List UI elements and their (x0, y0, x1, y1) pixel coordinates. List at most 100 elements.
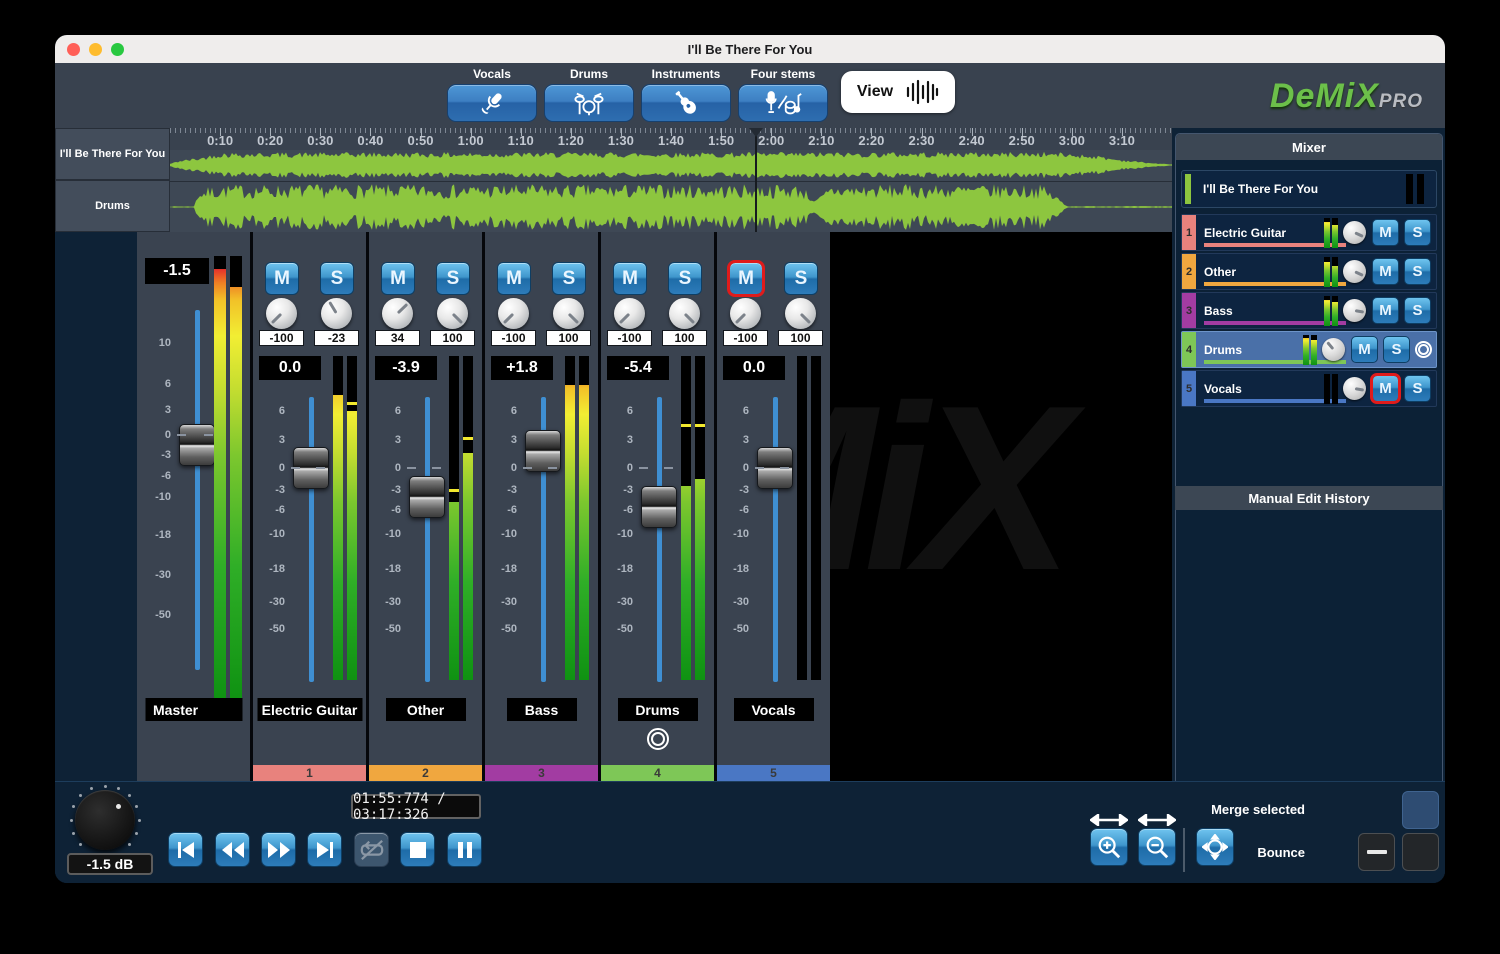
view-button[interactable]: View (841, 71, 955, 113)
pan-knob[interactable] (266, 298, 297, 329)
channel-number-strip[interactable]: 2 (369, 765, 482, 781)
row-number: 3 (1182, 293, 1196, 328)
fader-track (657, 397, 662, 682)
loop-button[interactable] (354, 832, 389, 867)
row-gain-knob[interactable] (1343, 377, 1366, 400)
timeline-track-label-drums[interactable]: Drums (55, 180, 170, 232)
sidebar-row-vocals[interactable]: 5 Vocals M S (1181, 370, 1437, 407)
pan-knob[interactable] (498, 298, 529, 329)
stop-button[interactable] (400, 832, 435, 867)
playhead[interactable] (755, 128, 757, 232)
bounce-remove-button[interactable] (1358, 833, 1395, 871)
zoom-window-button[interactable] (111, 43, 124, 56)
sidebar-row-other[interactable]: 2 Other M S (1181, 253, 1437, 290)
row-gain-knob[interactable] (1322, 338, 1345, 361)
solo-button[interactable]: S (668, 262, 702, 295)
waveform-track-song[interactable] (170, 150, 1172, 180)
zoom-out-icon (1144, 834, 1170, 860)
rewind-button[interactable] (215, 832, 250, 867)
mute-button[interactable]: M (613, 262, 647, 295)
level-value: +1.8 (491, 356, 553, 380)
instruments-separation-button[interactable] (641, 84, 731, 122)
gain-knob[interactable] (437, 298, 468, 329)
channel-number-strip[interactable]: 3 (485, 765, 598, 781)
solo-button[interactable]: S (436, 262, 470, 295)
gain-knob[interactable] (785, 298, 816, 329)
waveform-track-drums[interactable] (170, 181, 1172, 232)
mute-button[interactable]: M (265, 262, 299, 295)
row-gain-knob[interactable] (1343, 221, 1366, 244)
stem-vocals: Vocals (447, 67, 537, 122)
time-display: 01:55:774 / 03:17:326 (351, 794, 481, 819)
row-solo-button[interactable]: S (1404, 375, 1431, 402)
mute-button[interactable]: M (497, 262, 531, 295)
row-gain-knob[interactable] (1343, 299, 1366, 322)
guitar-icon (671, 88, 701, 118)
row-mute-button[interactable]: M (1372, 219, 1399, 246)
stem-instruments-label: Instruments (641, 67, 731, 81)
sidebar-row-electric-guitar[interactable]: 1 Electric Guitar M S (1181, 214, 1437, 251)
sidebar-row-bass[interactable]: 3 Bass M S (1181, 292, 1437, 329)
waveform-area[interactable]: 0:100:200:300:400:501:001:101:201:301:40… (170, 128, 1172, 232)
row-separation-target-icon[interactable] (1415, 341, 1432, 358)
row-mute-button[interactable]: M (1351, 336, 1378, 363)
zoom-out-button[interactable] (1138, 828, 1176, 866)
row-solo-button[interactable]: S (1404, 219, 1431, 246)
gain-knob[interactable] (553, 298, 584, 329)
pause-button[interactable] (447, 832, 482, 867)
row-mute-button-active[interactable]: M (1372, 375, 1399, 402)
gain-knob[interactable] (669, 298, 700, 329)
channel-number-strip[interactable]: 1 (253, 765, 366, 781)
row-name: Other (1204, 254, 1324, 289)
channel-number-strip[interactable]: 4 (601, 765, 714, 781)
skip-end-icon (314, 840, 336, 860)
zoom-in-button[interactable] (1090, 828, 1128, 866)
solo-button[interactable]: S (320, 262, 354, 295)
time-ruler[interactable]: 0:100:200:300:400:501:001:101:201:301:40… (170, 128, 1172, 150)
mute-button-active[interactable]: M (729, 262, 763, 295)
row-mute-button[interactable]: M (1372, 258, 1399, 285)
timeline-track-label-song[interactable]: I'll Be There For You (55, 128, 170, 180)
master-volume-knob[interactable] (75, 790, 135, 850)
fast-forward-button[interactable] (261, 832, 296, 867)
channel-name-label: Bass (507, 698, 577, 721)
stem-four-stems: Four stems (738, 67, 828, 122)
transport-bar: -1.5 dB 01:55:774 / 03:17:326 (55, 781, 1445, 883)
master-fader-handle[interactable] (179, 424, 215, 466)
gain-knob[interactable] (321, 298, 352, 329)
row-gain-knob[interactable] (1343, 260, 1366, 283)
divider (1183, 828, 1185, 872)
channel-meters (449, 356, 473, 680)
mute-button[interactable]: M (381, 262, 415, 295)
fader-handle[interactable] (641, 486, 677, 528)
fader-area: 630-3-6-10-18-30-50 (725, 397, 783, 682)
row-solo-button[interactable]: S (1404, 297, 1431, 324)
channel-meters (333, 356, 357, 680)
sidebar-row-drums-selected[interactable]: 4 Drums M S (1181, 331, 1437, 368)
channel-number-strip[interactable]: 5 (717, 765, 830, 781)
fader-track (773, 397, 778, 682)
minimize-window-button[interactable] (89, 43, 102, 56)
gain-value: 100 (778, 330, 823, 346)
separation-target-icon[interactable] (647, 728, 669, 750)
bounce-menu-button[interactable] (1402, 833, 1439, 871)
pan-knob[interactable] (730, 298, 761, 329)
pan-knob[interactable] (614, 298, 645, 329)
fader-area: 630-3-6-10-18-30-50 (493, 397, 551, 682)
solo-button[interactable]: S (552, 262, 586, 295)
skip-to-end-button[interactable] (307, 832, 342, 867)
sidebar-master-row[interactable]: I'll Be There For You (1181, 170, 1437, 208)
row-solo-button[interactable]: S (1383, 336, 1410, 363)
row-mute-button[interactable]: M (1372, 297, 1399, 324)
close-window-button[interactable] (67, 43, 80, 56)
merge-selected-button[interactable] (1402, 791, 1439, 829)
drums-separation-button[interactable] (544, 84, 634, 122)
main-content: I'll Be There For You Drums 0:100:200:30… (55, 128, 1445, 883)
four-stems-separation-button[interactable] (738, 84, 828, 122)
row-solo-button[interactable]: S (1404, 258, 1431, 285)
fader-handle[interactable] (409, 476, 445, 518)
pan-knob[interactable] (382, 298, 413, 329)
solo-button[interactable]: S (784, 262, 818, 295)
vocals-separation-button[interactable] (447, 84, 537, 122)
skip-to-start-button[interactable] (168, 832, 203, 867)
